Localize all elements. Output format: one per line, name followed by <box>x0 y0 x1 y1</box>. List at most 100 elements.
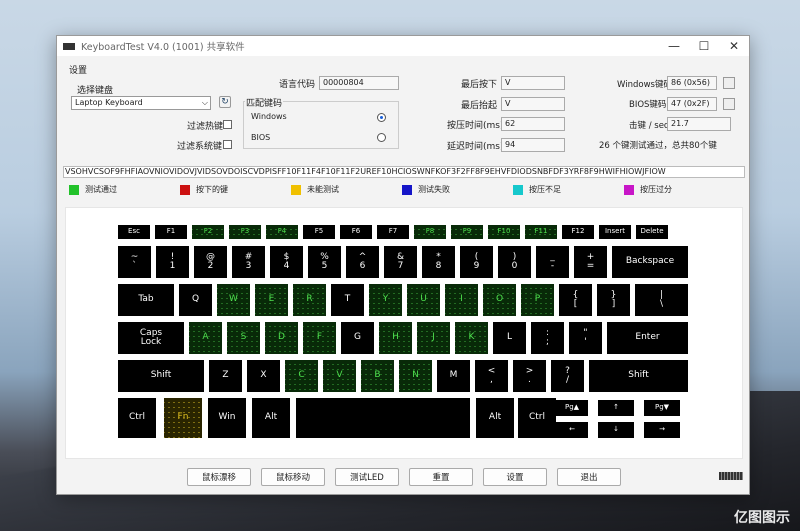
mouse-move-button[interactable]: 鼠标移动 <box>261 468 325 486</box>
key-equal-legend-1: = <box>586 261 595 271</box>
key-semicolon-legend-1: ; <box>545 337 550 347</box>
title-bar: KeyboardTest V4.0 (1001) 共享软件 — ☐ ✕ <box>57 36 749 56</box>
minimize-button[interactable]: — <box>659 39 689 53</box>
filter-system-keys-label: 过滤系统键 <box>177 142 223 152</box>
key-w: W <box>217 284 250 316</box>
key-left: ← <box>556 422 588 438</box>
key-minus-legend-1: - <box>550 261 555 271</box>
windows-code-field: 86 (0x56) <box>667 76 717 90</box>
legend-label: 按下的键 <box>196 185 228 194</box>
key-e: E <box>255 284 288 316</box>
key-m: M <box>437 360 470 392</box>
chevron-down-icon: ⌵ <box>201 98 208 107</box>
legend-item: 未能测试 <box>291 184 402 195</box>
legend-label: 测试通过 <box>85 185 117 194</box>
key-tab: Tab <box>118 284 174 316</box>
key-n9-legend-1: 9 <box>473 261 480 271</box>
key-n5: % 5 <box>308 246 341 278</box>
key-f7: F7 <box>377 225 409 239</box>
legend-label: 未能测试 <box>307 185 339 194</box>
press-time-label: 按压时间(ms) <box>447 121 504 131</box>
rate-label: 击键 / sec <box>629 121 669 131</box>
key-minus: _ - <box>536 246 569 278</box>
key-n2-legend-1: 2 <box>207 261 214 271</box>
last-pressed-field: V <box>501 76 565 90</box>
key-n0-legend-1: 0 <box>511 261 518 271</box>
key-down: ↓ <box>598 422 634 438</box>
key-n3: #3 <box>232 246 265 278</box>
maximize-button[interactable]: ☐ <box>689 39 719 53</box>
windows-code-indicator <box>723 77 735 89</box>
key-a: A <box>189 322 222 354</box>
bios-code-indicator <box>723 98 735 110</box>
legend-swatch <box>69 184 79 195</box>
key-n8-legend-1: 8 <box>435 261 442 271</box>
bios-code-field: 47 (0x2F) <box>667 97 717 111</box>
key-lbracket: {[ <box>559 284 592 316</box>
key-right: → <box>644 422 680 438</box>
key-z: Z <box>209 360 242 392</box>
settings-button[interactable]: 设置 <box>483 468 547 486</box>
key-backspace: Backspace <box>612 246 688 278</box>
window-title: KeyboardTest V4.0 (1001) 共享软件 <box>81 42 245 53</box>
keyboard-select[interactable]: Laptop Keyboard ⌵ <box>71 96 211 110</box>
lang-code-label: 语言代码 <box>279 80 316 90</box>
key-win: Win <box>208 398 246 438</box>
key-enter: Enter <box>607 322 688 354</box>
legend-swatch <box>624 184 634 195</box>
key-u: U <box>407 284 440 316</box>
key-n4-legend-1: 4 <box>283 261 290 271</box>
filter-hotkeys-label: 过滤热键 <box>187 122 224 132</box>
key-n1-legend-1: 1 <box>169 261 176 271</box>
refresh-icon[interactable]: ↻ <box>219 96 231 108</box>
key-quote-legend-1: ' <box>584 337 587 347</box>
legend-label: 按压不足 <box>529 185 561 194</box>
legend-swatch <box>513 184 523 195</box>
key-equal: + = <box>574 246 607 278</box>
key-f9: F9 <box>451 225 483 239</box>
key-n6-legend-1: 6 <box>359 261 366 271</box>
key-y: Y <box>369 284 402 316</box>
key-comma: <, <box>475 360 508 392</box>
key-n3-legend-1: 3 <box>245 261 252 271</box>
key-backslash: | \ <box>635 284 688 316</box>
keyboard-app-icon <box>63 42 75 50</box>
select-keyboard-label: 选择键盘 <box>77 86 114 96</box>
close-button[interactable]: ✕ <box>719 39 749 53</box>
key-lalt: Alt <box>252 398 290 438</box>
match-code-label: 匹配键码 <box>245 96 284 109</box>
key-comma-legend-1: , <box>490 375 493 385</box>
key-ralt: Alt <box>476 398 514 438</box>
filter-hotkeys-checkbox[interactable] <box>223 120 232 129</box>
key-t: T <box>331 284 364 316</box>
key-lshift: Shift <box>118 360 204 392</box>
legend-item: 按下的键 <box>180 184 291 195</box>
key-n9: (9 <box>460 246 493 278</box>
lang-code-field: 00000804 <box>319 76 399 90</box>
exit-button[interactable]: 退出 <box>557 468 621 486</box>
key-pgup: Pg▲ <box>556 400 588 416</box>
key-rbracket: }] <box>597 284 630 316</box>
key-semicolon: :; <box>531 322 564 354</box>
mouse-drift-button[interactable]: 鼠标漂移 <box>187 468 251 486</box>
bios-code-label: BIOS键码 <box>629 100 667 110</box>
keyboard-layout: Esc F1 F2 F3 F4 F5 F6 F7 F8 F9 F10 F11 F12 Insert Dele… <box>65 207 743 459</box>
key-h: H <box>379 322 412 354</box>
key-c: C <box>285 360 318 392</box>
key-history-ticker: VSOHVCSOF9FHFIAOVNIOVIDOVJVIDSOVDOISCVDP… <box>63 166 745 178</box>
key-k: K <box>455 322 488 354</box>
key-rctrl: Ctrl <box>518 398 556 438</box>
test-led-button[interactable]: 测试LED <box>335 468 399 486</box>
key-n5-legend-1: 5 <box>321 261 328 271</box>
key-up: ↑ <box>598 400 634 416</box>
reset-button[interactable]: 重置 <box>409 468 473 486</box>
key-esc: Esc <box>118 225 150 239</box>
match-windows-radio[interactable] <box>377 113 386 122</box>
key-n: N <box>399 360 432 392</box>
key-f8: F8 <box>414 225 446 239</box>
color-legend: 测试通过 按下的键 未能测试 测试失败 按压不足 按压过分 <box>69 184 735 195</box>
filter-system-keys-checkbox[interactable] <box>223 140 232 149</box>
key-f3: F3 <box>229 225 261 239</box>
key-tilde-legend-1: ` <box>132 261 137 271</box>
match-bios-radio[interactable] <box>377 133 386 142</box>
